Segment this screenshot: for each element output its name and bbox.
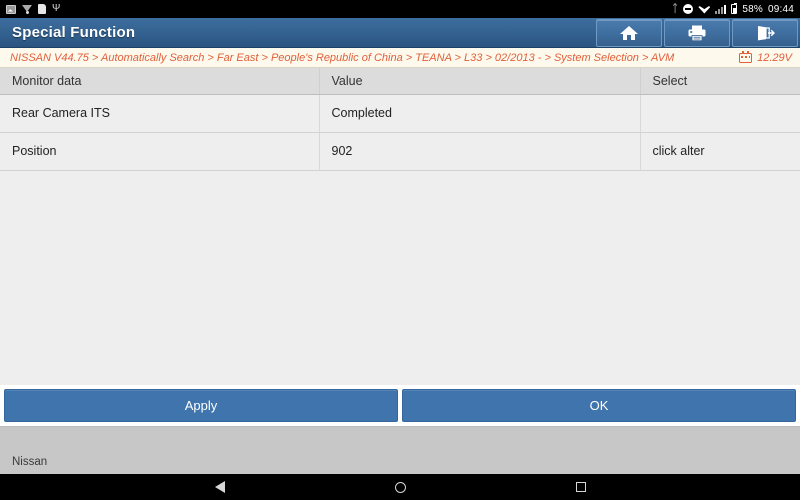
- android-status-bar: Ψ ᛏ 58% 09:44: [0, 0, 800, 18]
- column-header-select: Select: [640, 68, 800, 95]
- breadcrumb: NISSAN V44.75 > Automatically Search > F…: [0, 48, 800, 68]
- wifi-icon: [698, 5, 710, 14]
- status-bar-right-icons: ᛏ 58% 09:44: [671, 2, 794, 15]
- footer-bar: Nissan: [0, 426, 800, 474]
- titlebar-actions: [596, 19, 798, 47]
- back-icon[interactable]: [214, 481, 225, 493]
- bluetooth-icon: ᛏ: [671, 2, 679, 15]
- footer-vehicle-label: Nissan: [12, 456, 48, 468]
- ok-button[interactable]: OK: [402, 389, 796, 422]
- print-button[interactable]: [664, 19, 730, 47]
- table-row[interactable]: Rear Camera ITS Completed: [0, 94, 800, 133]
- cell-value: Completed: [319, 94, 641, 133]
- cell-monitor-data: Rear Camera ITS: [0, 94, 320, 133]
- screenshot-icon: [6, 4, 16, 14]
- breadcrumb-path: NISSAN V44.75 > Automatically Search > F…: [10, 51, 675, 64]
- page-title: Special Function: [12, 24, 136, 41]
- battery-percent: 58%: [742, 3, 763, 15]
- column-header-monitor-data: Monitor data: [0, 68, 320, 95]
- table-header-row: Monitor data Value Select: [0, 68, 800, 95]
- voltage-value: 12.29V: [757, 51, 792, 64]
- home-icon: [619, 24, 639, 42]
- signal-icon: [715, 4, 727, 14]
- download-icon: [22, 4, 32, 14]
- do-not-disturb-icon: [683, 4, 694, 14]
- apply-button[interactable]: Apply: [4, 389, 398, 422]
- action-button-bar: Apply OK: [0, 385, 800, 426]
- usb-icon: Ψ: [52, 3, 61, 14]
- table-row[interactable]: Position 902 click alter: [0, 132, 800, 171]
- car-battery-icon: [739, 50, 753, 63]
- column-header-value: Value: [319, 68, 641, 95]
- monitor-data-table: Monitor data Value Select Rear Camera IT…: [0, 68, 800, 171]
- cell-select[interactable]: [640, 94, 800, 133]
- android-nav-bar: [0, 474, 800, 500]
- cell-monitor-data: Position: [0, 132, 320, 171]
- exit-button[interactable]: [732, 19, 798, 47]
- battery-icon: [731, 2, 738, 14]
- printer-icon: [687, 24, 707, 42]
- voltage-indicator: 12.29V: [739, 50, 792, 64]
- clock: 09:44: [767, 3, 794, 15]
- cell-value: 902: [319, 132, 641, 171]
- recents-square-icon[interactable]: [575, 482, 586, 492]
- status-bar-left-icons: Ψ: [6, 4, 60, 14]
- main-content: Monitor data Value Select Rear Camera IT…: [0, 68, 800, 385]
- exit-icon: [755, 24, 775, 42]
- cell-select[interactable]: click alter: [640, 132, 800, 171]
- home-button[interactable]: [596, 19, 662, 47]
- document-icon: [38, 4, 46, 14]
- title-bar: Special Function: [0, 18, 800, 48]
- app-root: Ψ ᛏ 58% 09:44 Special Function NISSAN V4…: [0, 0, 800, 500]
- home-circle-icon[interactable]: [394, 481, 406, 493]
